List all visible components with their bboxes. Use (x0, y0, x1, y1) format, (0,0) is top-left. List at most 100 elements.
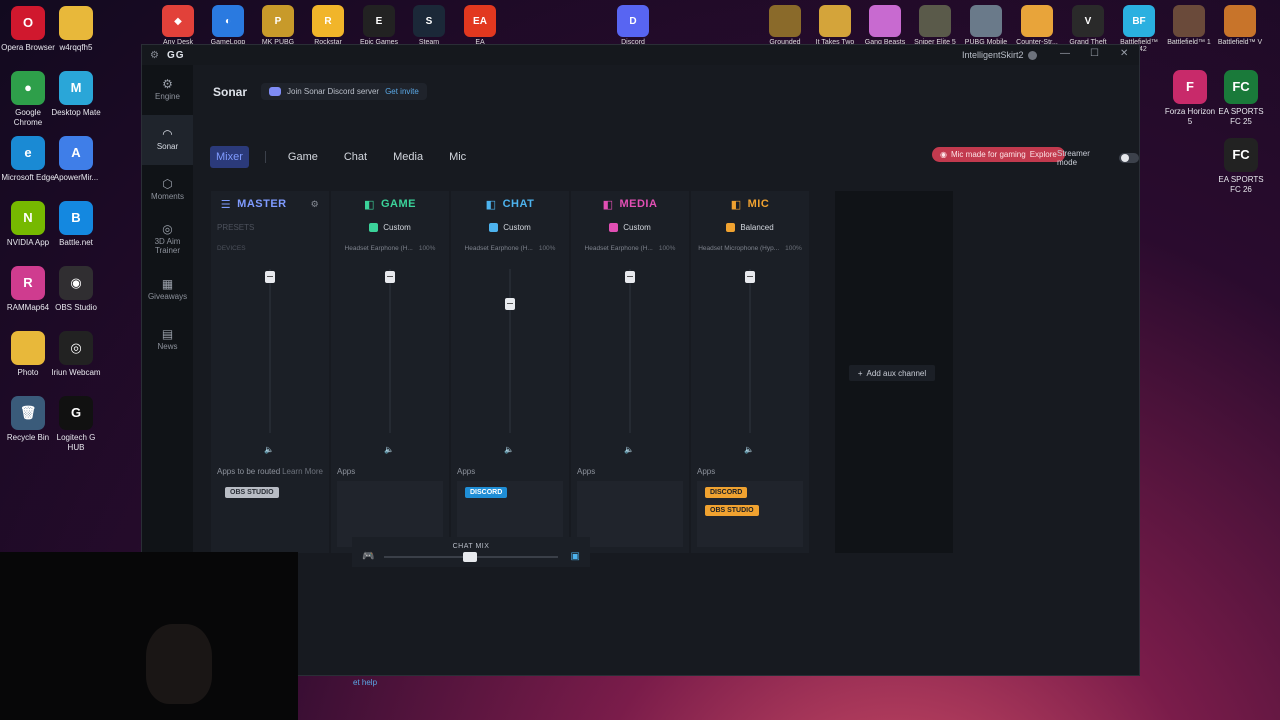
chat-mix-knob[interactable] (463, 552, 477, 562)
preset-selector[interactable]: Custom (331, 217, 449, 237)
apps-drop-area[interactable] (577, 481, 683, 547)
close-button[interactable]: ✕ (1120, 48, 1128, 59)
desktop-shortcut[interactable]: Battlefield™ 1 (1166, 5, 1212, 46)
fader-knob[interactable] (385, 271, 395, 283)
fader-track[interactable] (509, 269, 511, 433)
fader-track[interactable] (389, 269, 391, 433)
desktop-shortcut[interactable]: P MK PUBG (255, 5, 301, 46)
desktop-shortcut[interactable]: Sniper Elite 5 (912, 5, 958, 46)
app-badge-obs-studio[interactable]: OBS STUDIO (705, 505, 759, 516)
desktop-shortcut-icon: E (363, 5, 395, 37)
fader-knob[interactable] (625, 271, 635, 283)
desktop-shortcut-icon: D (617, 5, 649, 37)
desktop-shortcut[interactable]: D Discord (610, 5, 656, 46)
volume-icon[interactable]: 🔈 (624, 445, 634, 454)
master-settings-icon[interactable]: ⚙ (311, 199, 320, 210)
sidebar-item-label: 3D Aim Trainer (154, 237, 181, 255)
desktop-icon[interactable]: ◉ OBS Studio (48, 266, 104, 313)
desktop-icon-label: Iriun Webcam (51, 368, 101, 377)
volume-icon[interactable]: 🔈 (384, 445, 394, 454)
get-invite-link[interactable]: Get invite (385, 87, 419, 96)
minimize-button[interactable]: — (1060, 48, 1070, 59)
explore-link[interactable]: Explore (1030, 150, 1057, 159)
channel-header: ◧ CHAT (451, 191, 569, 217)
desktop-shortcut[interactable]: Gang Beasts (862, 5, 908, 46)
app-badge-obs-studio[interactable]: OBS STUDIO (225, 487, 279, 498)
sidebar-item-news[interactable]: ▤ News (142, 315, 193, 365)
sidebar-item-giveaways[interactable]: ▦ Giveaways (142, 265, 193, 315)
sidebar-item-sonar[interactable]: ◠ Sonar (142, 115, 193, 165)
learn-more-link[interactable]: Learn More (282, 467, 323, 476)
preset-selector[interactable]: Custom (451, 217, 569, 237)
device-selector[interactable]: Headset Earphone (H... 100% (571, 237, 689, 259)
fader-track[interactable] (629, 269, 631, 433)
desktop-icon[interactable]: M Desktop Mate (48, 71, 104, 118)
desktop-shortcut-icon (769, 5, 801, 37)
desktop-icon[interactable]: F Forza Horizon 5 (1162, 70, 1218, 127)
help-link[interactable]: et help (353, 678, 377, 687)
presets-label: PRESETS (217, 222, 255, 232)
preset-name: Custom (383, 222, 411, 232)
desktop-shortcut[interactable]: ◆ Any Desk (155, 5, 201, 46)
apps-label: Apps (337, 467, 356, 476)
desktop-shortcut[interactable]: Grounded (762, 5, 808, 46)
device-selector[interactable]: Headset Microphone (Hyp... 100% (691, 237, 809, 259)
master-header: ☰ MASTER ⚙ (211, 191, 329, 217)
sidebar-item-moments[interactable]: ⬡ Moments (142, 165, 193, 215)
maximize-button[interactable]: ☐ (1090, 48, 1099, 59)
tab-mixer[interactable]: Mixer (210, 146, 249, 168)
tab-chat[interactable]: Chat (338, 146, 373, 168)
desktop-icon[interactable]: w4rqqfh5 (48, 6, 104, 53)
add-aux-channel-button[interactable]: + Add aux channel (849, 365, 935, 381)
desktop-shortcut[interactable]: PUBG Mobile (963, 5, 1009, 46)
desktop-icon[interactable]: FC EA SPORTS FC 25 (1213, 70, 1269, 127)
tab-media[interactable]: Media (387, 146, 429, 168)
channel-title: CHAT (502, 198, 535, 210)
desktop-shortcut-icon: R (312, 5, 344, 37)
fader-knob[interactable] (505, 298, 515, 310)
mic-promo-text: Mic made for gaming (950, 150, 1026, 159)
channel-header: ◧ GAME (331, 191, 449, 217)
desktop-icon[interactable]: A ApowerMir... (48, 136, 104, 183)
sidebar-item-engine[interactable]: ⚙ Engine (142, 65, 193, 115)
desktop-shortcut[interactable]: ◐ GameLoop (205, 5, 251, 46)
sidebar-item-aim-trainer[interactable]: ◎ 3D Aim Trainer (142, 215, 193, 265)
desktop-icon-label: ApowerMir... (53, 173, 99, 182)
device-selector[interactable]: Headset Earphone (H... 100% (451, 237, 569, 259)
app-badge-discord[interactable]: DISCORD (465, 487, 508, 498)
desktop-icon[interactable]: ◎ Iriun Webcam (48, 331, 104, 378)
desktop-shortcut[interactable]: S Steam (406, 5, 452, 46)
desktop-icon-icon: R (11, 266, 45, 300)
apps-drop-area[interactable]: DISCORD OBS STUDIO (697, 481, 803, 547)
mic-promo-pill[interactable]: ◉ Mic made for gaming Explore (932, 147, 1065, 162)
desktop-shortcut-icon (1173, 5, 1205, 37)
desktop-icon[interactable]: B Battle.net (48, 201, 104, 248)
device-selector[interactable]: Headset Earphone (H... 100% (331, 237, 449, 259)
desktop-shortcut[interactable]: Counter-Str... (1014, 5, 1060, 46)
fader-knob[interactable] (745, 271, 755, 283)
desktop-icon[interactable]: FC EA SPORTS FC 26 (1213, 138, 1269, 195)
desktop-shortcut[interactable]: R Rockstar (305, 5, 351, 46)
volume-icon[interactable]: 🔈 (504, 445, 514, 454)
master-fader-knob[interactable] (265, 271, 275, 283)
preset-selector[interactable]: Custom (571, 217, 689, 237)
preset-selector[interactable]: Balanced (691, 217, 809, 237)
app-badge-discord[interactable]: DISCORD (705, 487, 748, 498)
desktop-shortcut[interactable]: V Grand Theft (1065, 5, 1111, 46)
tab-mic[interactable]: Mic (443, 146, 472, 168)
streamer-mode-toggle[interactable] (1119, 153, 1139, 163)
volume-icon[interactable]: 🔈 (744, 445, 754, 454)
desktop-icon[interactable]: G Logitech G HUB (48, 396, 104, 453)
desktop-shortcut[interactable]: It Takes Two (812, 5, 858, 46)
fader-track[interactable] (749, 269, 751, 433)
channel-media: ◧ MEDIA Custom Headset Earphone (H... 10… (571, 191, 689, 553)
tab-game[interactable]: Game (282, 146, 324, 168)
user-account[interactable]: IntelligentSkirt2 (962, 50, 1037, 60)
discord-invite-banner[interactable]: Join Sonar Discord server Get invite (261, 83, 427, 100)
desktop-shortcut[interactable]: E Epic Games (356, 5, 402, 46)
desktop-shortcut[interactable]: EA EA (457, 5, 503, 46)
master-volume-icon[interactable]: 🔈 (264, 445, 274, 454)
settings-gear-icon[interactable]: ⚙ (150, 50, 159, 61)
master-fader-track[interactable] (269, 269, 271, 433)
desktop-shortcut[interactable]: Battlefield™ V (1217, 5, 1263, 46)
